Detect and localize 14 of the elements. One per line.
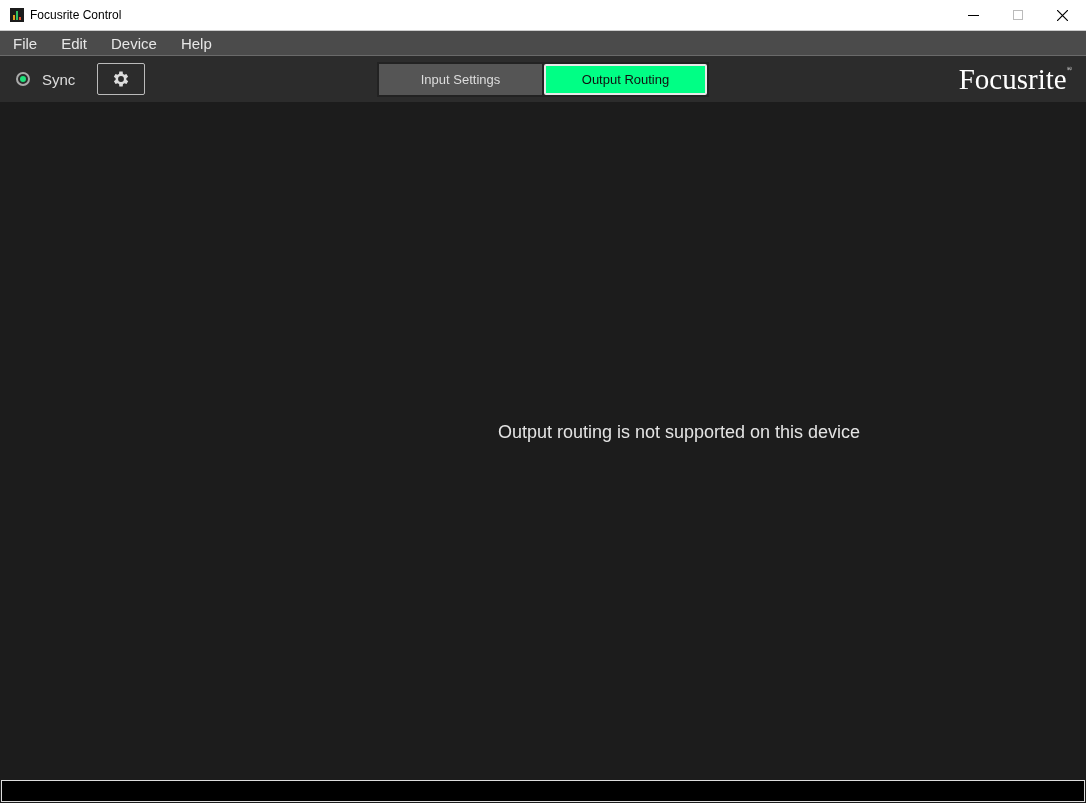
close-icon[interactable] xyxy=(1057,9,1068,21)
status-message: Output routing is not supported on this device xyxy=(497,421,861,443)
window-title: Focusrite Control xyxy=(30,8,122,22)
menu-item[interactable]: File xyxy=(13,34,38,52)
app-logo-icon xyxy=(10,8,24,22)
tab[interactable]: Input Settings xyxy=(379,63,542,95)
brand-logo: Focusrite$^{®}$ xyxy=(958,62,1072,96)
tab[interactable]: Output Routing xyxy=(544,63,707,95)
menu-item[interactable]: Help xyxy=(180,34,212,52)
settings-button[interactable] xyxy=(97,63,146,95)
menu-item[interactable]: Edit xyxy=(61,34,88,52)
sync-label: Sync xyxy=(42,70,76,88)
menu-item[interactable]: Device xyxy=(111,34,157,52)
minimize-icon[interactable] xyxy=(968,14,979,16)
